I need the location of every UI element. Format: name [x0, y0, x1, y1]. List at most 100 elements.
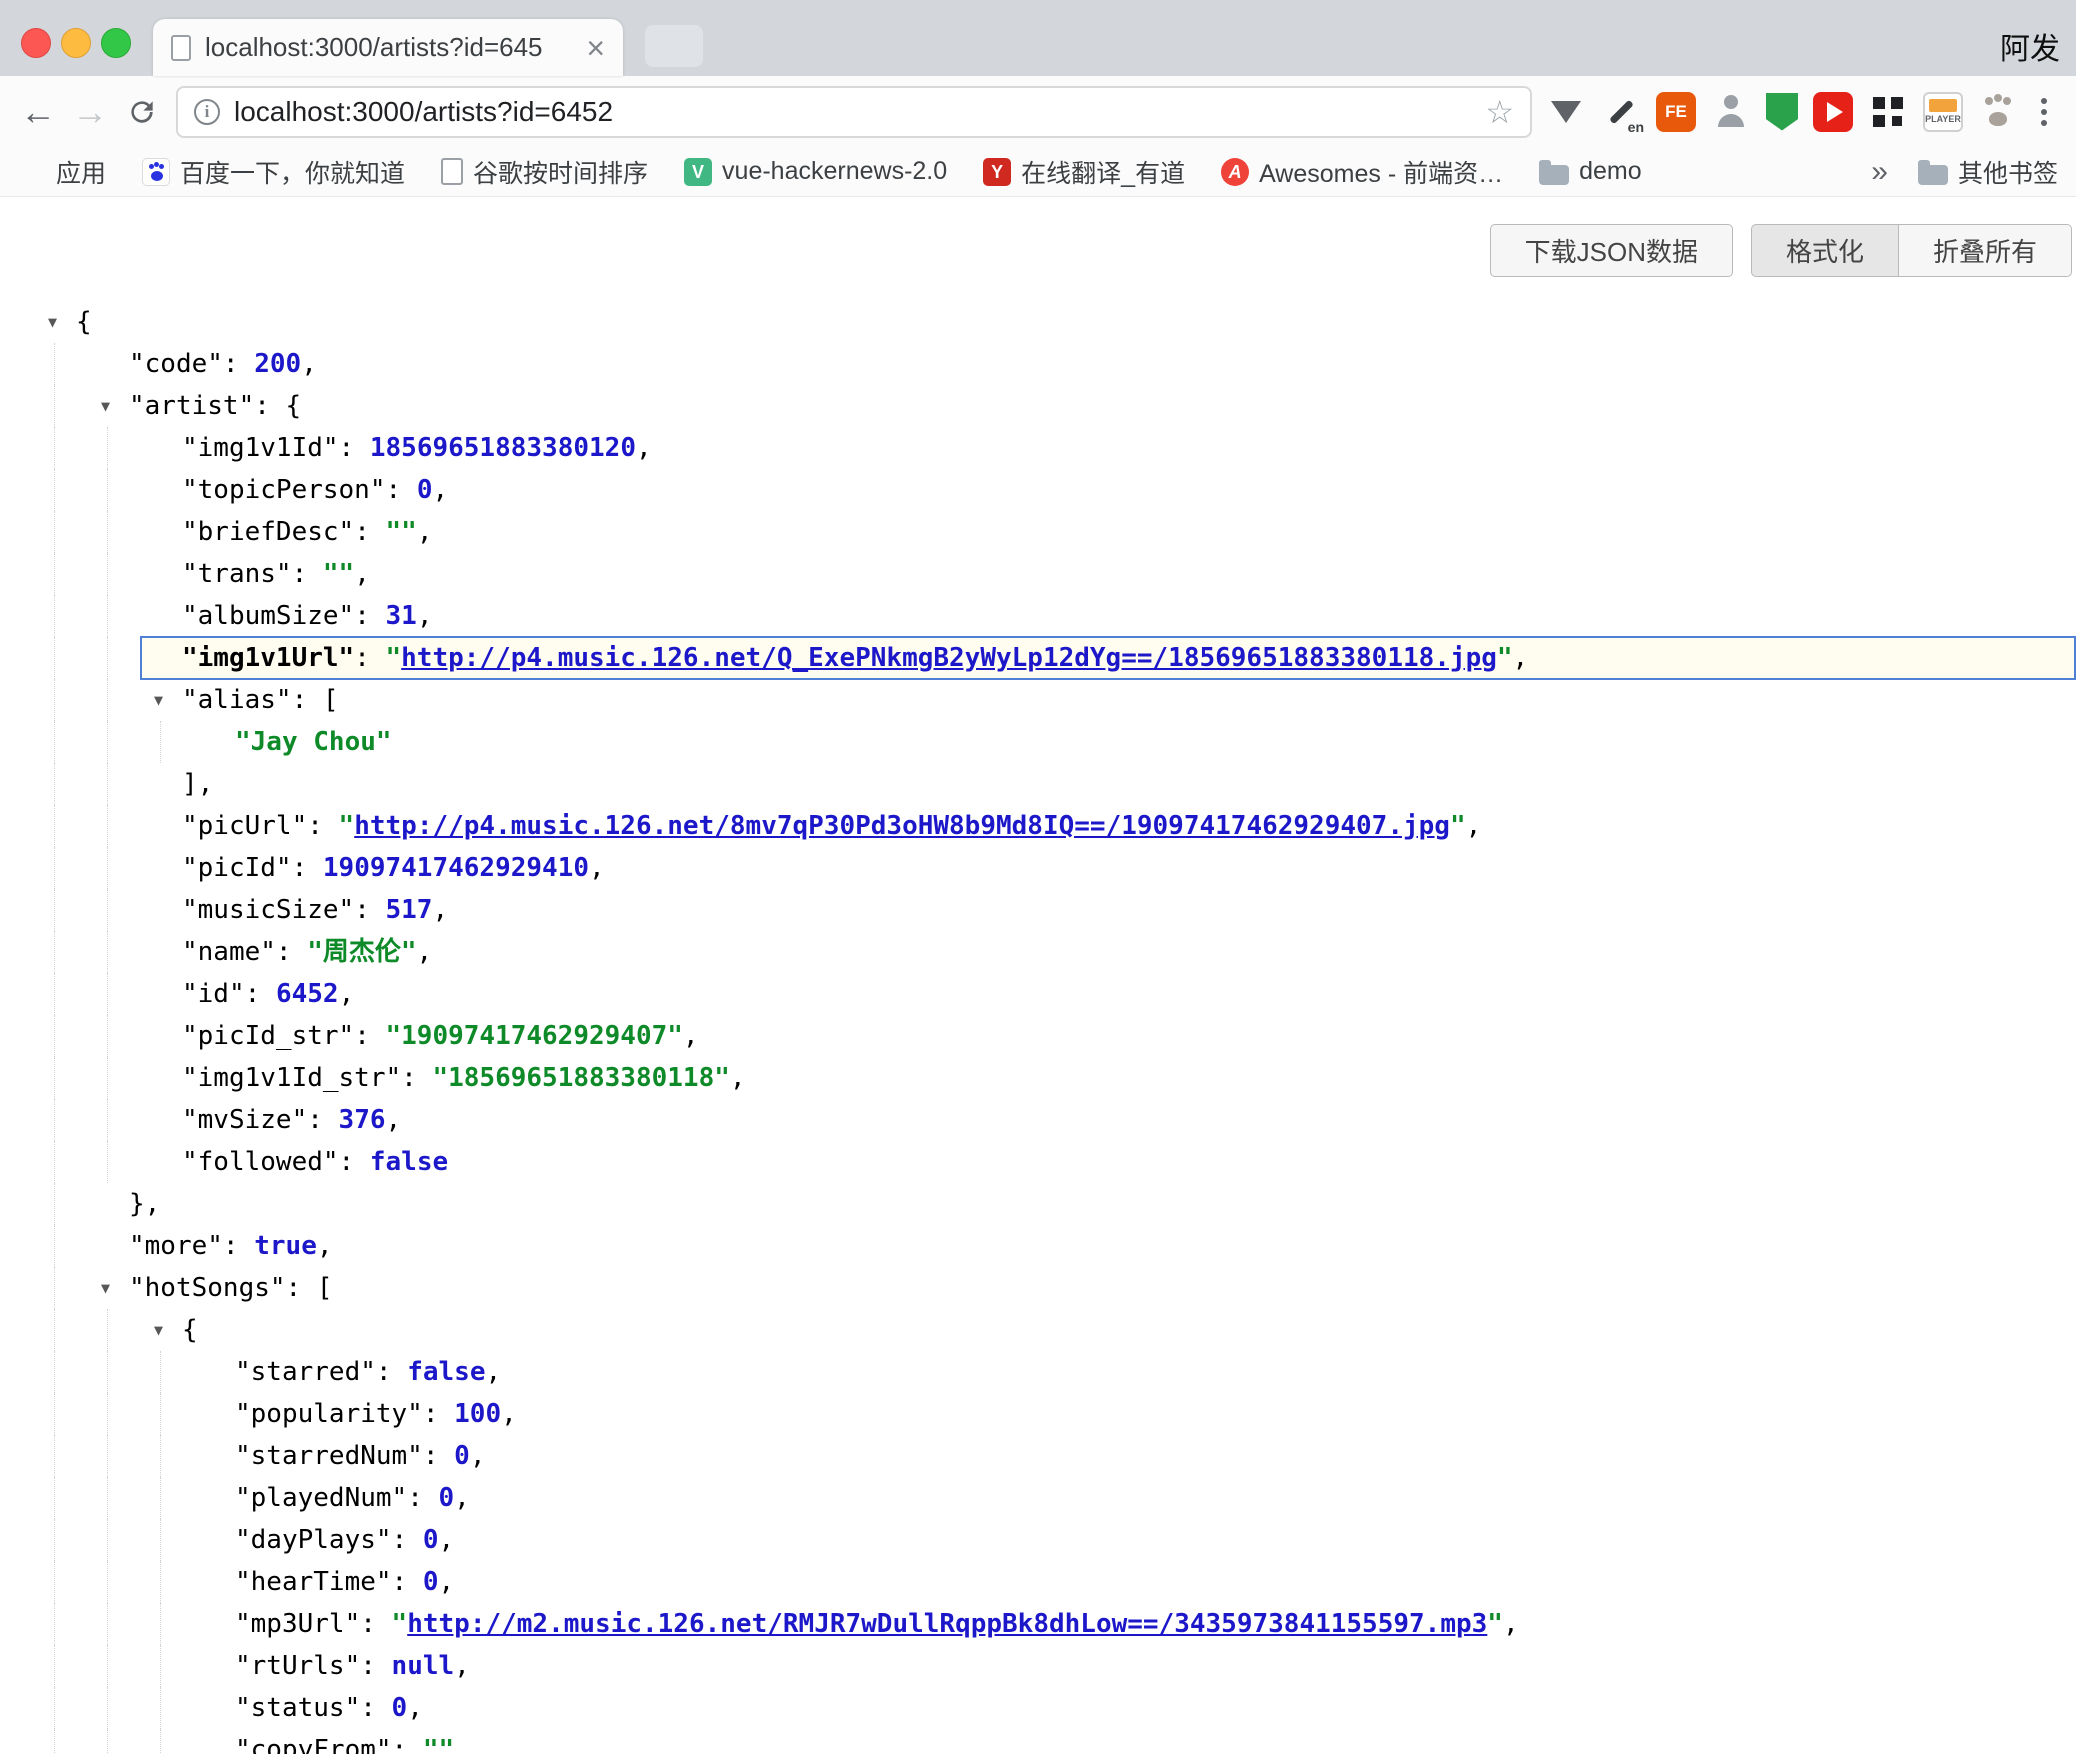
json-line: "musicSize": 517, [0, 889, 2076, 931]
json-line: ], [0, 763, 2076, 805]
json-token: , [1503, 1609, 1519, 1639]
navigation-toolbar: ← → i localhost:3000/artists?id=6452 ☆ e… [0, 76, 2076, 147]
profile-name[interactable]: 阿发 [2000, 24, 2060, 68]
json-token: : [286, 1273, 317, 1303]
tab-close-icon[interactable]: × [586, 32, 605, 64]
json-line: "name": "周杰伦", [0, 931, 2076, 973]
indent-guide [54, 511, 55, 553]
json-line-selected: "img1v1Url": "http://p4.music.126.net/Q_… [0, 637, 2076, 679]
json-token: "copyFrom" [235, 1735, 392, 1754]
baidu-favicon-icon [142, 158, 170, 186]
folder-favicon-icon [1539, 165, 1569, 185]
collapse-all-button[interactable]: 折叠所有 [1898, 224, 2072, 277]
json-line: "albumSize": 31, [0, 595, 2076, 637]
collapse-toggle-icon[interactable]: ▼ [48, 301, 57, 343]
translate-en-ext-icon[interactable]: en [1601, 92, 1641, 132]
other-bookmarks-folder[interactable]: 其他书签 [1918, 154, 2058, 190]
json-token: "Jay Chou" [235, 727, 392, 757]
browser-tab[interactable]: localhost:3000/artists?id=645 × [153, 19, 623, 76]
collapse-toggle-icon[interactable]: ▼ [101, 1267, 110, 1309]
indent-guide [107, 1435, 108, 1477]
url-text[interactable]: localhost:3000/artists?id=6452 [234, 96, 1485, 128]
bookmark-item[interactable]: demo [1539, 157, 1642, 186]
flag-ext-icon[interactable] [1546, 92, 1586, 132]
shield-ext-icon[interactable] [1766, 93, 1798, 131]
indent-guide [160, 1729, 161, 1754]
new-tab-button[interactable] [645, 25, 703, 67]
json-line: "picId": 19097417462929410, [0, 847, 2076, 889]
bookmark-item[interactable]: 应用 [18, 154, 106, 190]
bookmarks-overflow-chevron[interactable]: » [1871, 155, 1888, 189]
json-token: : [392, 1567, 423, 1597]
json-line: "mvSize": 376, [0, 1099, 2076, 1141]
collapse-toggle-icon[interactable]: ▼ [101, 385, 110, 427]
indent-guide [54, 847, 55, 889]
json-token: , [407, 1693, 423, 1723]
json-token: "briefDesc" [182, 517, 354, 547]
indent-guide [107, 595, 108, 637]
bookmark-star-icon[interactable]: ☆ [1485, 93, 1514, 131]
paw-ext-icon[interactable] [1978, 92, 2018, 132]
bookmark-item[interactable]: AAwesomes - 前端资… [1221, 154, 1503, 190]
indent-guide [107, 637, 108, 679]
json-token: " [339, 811, 355, 841]
json-url-link[interactable]: http://p4.music.126.net/8mv7qP30Pd3oHW8b… [354, 811, 1450, 841]
zoom-window-button[interactable] [101, 28, 131, 58]
address-bar[interactable]: i localhost:3000/artists?id=6452 ☆ [176, 86, 1532, 138]
collapse-toggle-icon[interactable]: ▼ [154, 1309, 163, 1351]
bookmark-item[interactable]: Vvue-hackernews-2.0 [684, 157, 947, 186]
reload-button[interactable] [116, 86, 168, 138]
json-token: : [360, 1651, 391, 1681]
bookmark-item[interactable]: 谷歌按时间排序 [441, 154, 648, 190]
json-line: "hearTime": 0, [0, 1561, 2076, 1603]
bookmark-item[interactable]: 百度一下，你就知道 [142, 154, 405, 190]
json-token: : [392, 1525, 423, 1555]
json-tree: ▼{"code": 200,▼"artist": {"img1v1Id": 18… [0, 301, 2076, 1754]
back-button[interactable]: ← [12, 86, 64, 138]
extension-label: FE [1665, 102, 1687, 122]
collapse-toggle-icon[interactable]: ▼ [154, 679, 163, 721]
json-url-link[interactable]: http://m2.music.126.net/RMJR7wDullRqppBk… [407, 1609, 1487, 1639]
json-token: }, [129, 1189, 160, 1219]
indent-guide [54, 1309, 55, 1351]
json-line: "code": 200, [0, 343, 2076, 385]
json-token: : [276, 937, 307, 967]
player-ext-icon[interactable]: PLAYER [1923, 92, 1963, 132]
bookmark-label: 在线翻译_有道 [1021, 154, 1185, 190]
json-line: "picId_str": "19097417462929407", [0, 1015, 2076, 1057]
bookmark-item[interactable]: Y在线翻译_有道 [983, 154, 1185, 190]
profile-person-ext-icon[interactable] [1711, 92, 1751, 132]
forward-button[interactable]: → [64, 86, 116, 138]
json-token: 0 [454, 1441, 470, 1471]
indent-guide [107, 469, 108, 511]
format-button[interactable]: 格式化 [1751, 224, 1898, 277]
json-token: , [1513, 643, 1529, 673]
other-bookmarks-label: 其他书签 [1958, 154, 2058, 190]
json-token: : [245, 979, 276, 1009]
youtube-ext-icon[interactable] [1813, 92, 1853, 132]
json-token: 0 [417, 475, 433, 505]
indent-guide [107, 427, 108, 469]
close-window-button[interactable] [21, 28, 51, 58]
bookmark-label: demo [1579, 157, 1642, 186]
json-token: 0 [439, 1483, 455, 1513]
fe-ext-icon[interactable]: FE [1656, 92, 1696, 132]
reload-icon [126, 96, 158, 128]
json-url-link[interactable]: http://p4.music.126.net/Q_ExePNkmgB2yWyL… [401, 643, 1497, 673]
indent-guide [107, 1603, 108, 1645]
json-token: "topicPerson" [182, 475, 386, 505]
page-info-icon[interactable]: i [194, 99, 220, 125]
browser-menu-button[interactable] [2024, 92, 2064, 132]
minimize-window-button[interactable] [61, 28, 91, 58]
download-json-button[interactable]: 下载JSON数据 [1490, 224, 1733, 277]
indent-guide [107, 973, 108, 1015]
json-line: ▼"alias": [ [0, 679, 2076, 721]
json-token: , [339, 979, 355, 1009]
indent-guide [107, 889, 108, 931]
json-token: "popularity" [235, 1399, 423, 1429]
json-line: "starredNum": 0, [0, 1435, 2076, 1477]
json-token: , [454, 1483, 470, 1513]
json-token: : [292, 853, 323, 883]
qr-code-ext-icon[interactable] [1868, 92, 1908, 132]
json-token: "id" [182, 979, 245, 1009]
